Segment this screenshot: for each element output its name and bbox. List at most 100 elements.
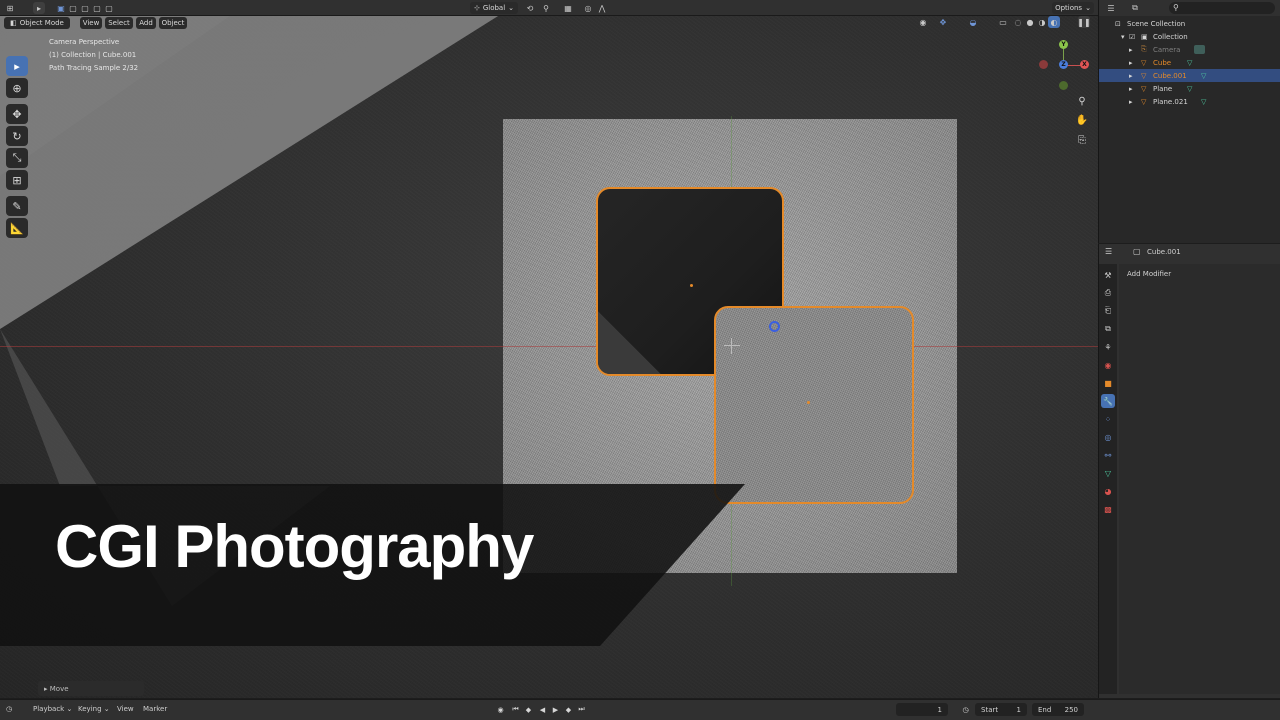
object-tab-icon[interactable]: ■ — [1101, 376, 1115, 390]
object-mode-icon: ◧ — [10, 19, 17, 27]
outliner-editor-icon[interactable]: ☰ — [1105, 2, 1117, 14]
menu-select[interactable]: Select — [105, 17, 133, 29]
pivot-icon[interactable]: ⟲ — [524, 2, 536, 14]
select-subtract-icon[interactable]: ▢ — [79, 2, 91, 14]
shading-wireframe-icon[interactable]: ◌ — [1012, 16, 1024, 28]
select-intersect-icon[interactable]: ▢ — [103, 2, 115, 14]
annotate-tool-icon[interactable]: ✎ — [6, 196, 28, 216]
camera-view-icon[interactable]: ⎘ — [1074, 132, 1090, 148]
pan-hand-icon[interactable]: ✋ — [1074, 112, 1090, 128]
playback-menu[interactable]: Playback ⌄ — [33, 705, 72, 713]
outliner-row-scene-collection[interactable]: ⊡ Scene Collection — [1099, 17, 1280, 30]
outliner-row-cube-001[interactable]: ▸ ▽ Cube.001 ▽ — [1099, 69, 1280, 82]
record-icon[interactable]: ◉ — [495, 704, 506, 715]
output-tab-icon[interactable]: ⎗ — [1101, 304, 1115, 318]
tool-tab-icon[interactable]: ⚒ — [1101, 268, 1115, 282]
xray-icon[interactable]: ▭ — [997, 16, 1009, 28]
jump-start-icon[interactable]: ⏮ — [510, 704, 521, 715]
checkbox-icon[interactable]: ☑ — [1129, 33, 1135, 41]
cube-001-object[interactable] — [714, 306, 914, 504]
outliner-row-collection[interactable]: ▾ ☑ ▣ Collection — [1099, 30, 1280, 43]
add-modifier-dropdown[interactable]: Add Modifier — [1123, 267, 1279, 280]
menu-object[interactable]: Object — [159, 17, 187, 29]
prev-keyframe-icon[interactable]: ◆ — [523, 704, 534, 715]
start-frame-field[interactable]: Start 1 — [975, 703, 1027, 716]
cursor-tool-icon[interactable]: ⊕ — [6, 78, 28, 98]
timeline-view-menu[interactable]: View — [117, 705, 134, 713]
play-icon[interactable]: ▶ — [550, 704, 561, 715]
chevron-right-icon: ▸ — [1129, 45, 1133, 54]
select-invert-icon[interactable]: ▢ — [91, 2, 103, 14]
view-layer-tab-icon[interactable]: ⧉ — [1101, 322, 1115, 336]
zoom-icon[interactable]: ⚲ — [1074, 93, 1090, 109]
gizmo-toggle-icon[interactable]: ✥ — [937, 16, 949, 28]
physics-tab-icon[interactable]: ◎ — [1101, 430, 1115, 444]
material-tab-icon[interactable]: ◕ — [1101, 484, 1115, 498]
particles-tab-icon[interactable]: ⁘ — [1101, 412, 1115, 426]
end-frame-field[interactable]: End 250 — [1032, 703, 1084, 716]
shading-rendered-icon[interactable]: ◐ — [1048, 16, 1060, 28]
select-tool-icon[interactable]: ▸ — [33, 2, 45, 14]
properties-editor-icon[interactable]: ☰ — [1105, 247, 1112, 256]
outliner-row-plane-021[interactable]: ▸ ▽ Plane.021 ▽ — [1099, 95, 1280, 108]
shading-solid-icon[interactable]: ● — [1024, 16, 1036, 28]
scene-collection-icon: ⊡ — [1115, 19, 1121, 28]
transform-tool-icon[interactable]: ⊞ — [6, 170, 28, 190]
constraints-tab-icon[interactable]: ⚯ — [1101, 448, 1115, 462]
keying-menu[interactable]: Keying ⌄ — [78, 705, 110, 713]
gizmo-x-handle[interactable]: X — [1080, 60, 1089, 69]
outliner-header: ☰ ⧉ ⚲ — [1099, 0, 1280, 16]
preview-range-icon[interactable]: ◷ — [960, 704, 971, 715]
select-tool-icon[interactable]: ▸ — [6, 56, 28, 76]
chevron-right-icon: ▸ — [1129, 71, 1133, 80]
gizmo-neg-y-handle[interactable] — [1059, 81, 1068, 90]
timeline-editor-icon[interactable]: ◷ — [6, 705, 12, 713]
gizmo-y-handle[interactable]: Y — [1059, 40, 1068, 49]
scene-tab-icon[interactable]: ⚘ — [1101, 340, 1115, 354]
3d-viewport[interactable]: Camera Perspective (1) Collection | Cube… — [0, 16, 1098, 698]
outliner-row-plane[interactable]: ▸ ▽ Plane ▽ — [1099, 82, 1280, 95]
pause-render-icon[interactable]: ❚❚ — [1077, 16, 1091, 28]
select-extend-icon[interactable]: ▢ — [67, 2, 79, 14]
shading-material-icon[interactable]: ◑ — [1036, 16, 1048, 28]
current-frame-field[interactable]: 1 — [896, 703, 948, 716]
measure-tool-icon[interactable]: 📐 — [6, 218, 28, 238]
snap-icon[interactable]: ⚲ — [540, 2, 552, 14]
jump-end-icon[interactable]: ⏭ — [576, 704, 587, 715]
select-box-icon[interactable]: ▣ — [55, 2, 67, 14]
chevron-right-icon: ▸ — [1129, 58, 1133, 67]
menu-add[interactable]: Add — [136, 17, 156, 29]
data-tab-icon[interactable]: ▽ — [1101, 466, 1115, 480]
last-operator-panel[interactable]: ▸ Move — [38, 681, 144, 696]
next-keyframe-icon[interactable]: ◆ — [563, 704, 574, 715]
transform-orientation-dropdown[interactable]: ⊹ Global ⌄ — [470, 2, 518, 14]
gizmo-neg-x-handle[interactable] — [1039, 60, 1048, 69]
scale-tool-icon[interactable]: ⤡ — [6, 148, 28, 168]
move-tool-icon[interactable]: ✥ — [6, 104, 28, 124]
display-mode-icon[interactable]: ⧉ — [1129, 2, 1141, 14]
mode-dropdown[interactable]: ◧ Object Mode — [4, 17, 70, 29]
outliner-search-input[interactable]: ⚲ — [1169, 2, 1275, 14]
modifier-tab-icon[interactable]: 🔧 — [1101, 394, 1115, 408]
outliner-row-camera[interactable]: ▸ ⎘ Camera — [1099, 43, 1280, 56]
outliner-label: Camera — [1153, 45, 1181, 54]
menu-view[interactable]: View — [80, 17, 102, 29]
texture-tab-icon[interactable]: ▩ — [1101, 502, 1115, 516]
marker-menu[interactable]: Marker — [143, 705, 167, 713]
falloff-icon[interactable]: ⋀ — [596, 2, 608, 14]
rotate-tool-icon[interactable]: ↻ — [6, 126, 28, 146]
overlay-toggle-icon[interactable]: ◒ — [967, 16, 979, 28]
options-dropdown[interactable]: Options ⌄ — [1052, 2, 1094, 14]
editor-type-icon[interactable]: ⊞ — [4, 2, 16, 14]
snap-target-icon[interactable]: ▦ — [562, 2, 574, 14]
chevron-down-icon: ⌄ — [1085, 4, 1091, 12]
render-tab-icon[interactable]: ⎙ — [1101, 286, 1115, 300]
play-reverse-icon[interactable]: ◀ — [537, 704, 548, 715]
gizmo-z-handle[interactable]: Z — [1059, 60, 1068, 69]
visibility-icon[interactable]: ◉ — [917, 16, 929, 28]
world-tab-icon[interactable]: ◉ — [1101, 358, 1115, 372]
outliner-row-cube[interactable]: ▸ ▽ Cube ▽ — [1099, 56, 1280, 69]
outliner-label: Cube — [1153, 58, 1172, 67]
3d-cursor-icon[interactable] — [724, 338, 740, 354]
proportional-edit-icon[interactable]: ◎ — [582, 2, 594, 14]
